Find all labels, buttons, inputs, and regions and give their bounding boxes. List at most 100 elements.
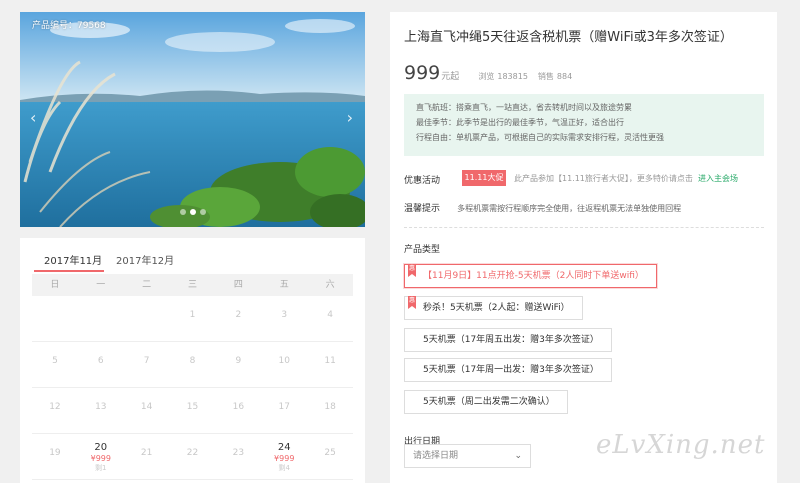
tab-month-2[interactable]: 2017年12月	[116, 252, 174, 267]
day-number: 20	[94, 442, 108, 453]
calendar-day: 17	[261, 388, 307, 433]
calendar-day: 7	[124, 342, 170, 387]
promo-badge: 11.11大促	[462, 170, 506, 186]
day-number: 6	[97, 356, 104, 366]
option-label: 【11月9日】11点开抢-5天机票（2人同时下单送wifi）	[423, 271, 644, 281]
price-unit: 元起	[441, 72, 460, 82]
day-number: 18	[324, 402, 336, 412]
views-label: 浏览	[478, 72, 495, 81]
day-number: 9	[235, 356, 242, 366]
discount-flag-icon: 惠	[408, 264, 416, 277]
calendar-day	[124, 296, 170, 341]
calendar-day: 8	[170, 342, 216, 387]
product-code: 产品编号：79568	[32, 21, 106, 31]
enter-main-venue-link[interactable]: 进入主会场	[698, 173, 738, 184]
price-value: 999	[404, 62, 441, 84]
calendar-day: 10	[261, 342, 307, 387]
sales-label: 销售	[537, 72, 554, 81]
weekday-label: 一	[96, 280, 106, 290]
product-option-3[interactable]: 5天机票（17年周五出发：赠3年多次签证）	[404, 328, 612, 352]
calendar-week-row: 1 2 3 4	[32, 296, 353, 342]
day-number: 10	[278, 356, 290, 366]
weekday-label: 三	[188, 280, 198, 290]
product-detail-panel: 上海直飞冲绳5天往返含税机票（赠WiFi或3年多次签证） 999元起 浏览 183…	[390, 12, 777, 483]
day-number: 25	[324, 448, 336, 458]
carousel-dot[interactable]	[199, 209, 206, 215]
day-number: 2	[235, 310, 242, 320]
chevron-down-icon: ⌄	[514, 451, 522, 461]
weekday-label: 日	[50, 280, 60, 290]
calendar-day: 11	[307, 342, 353, 387]
calendar-week-row: 5 6 7 8 9 10 11	[32, 342, 353, 388]
product-option-2[interactable]: 惠 秒杀！5天机票（2人起：赠送WiFi）	[404, 296, 583, 320]
product-photo-carousel[interactable]: 产品编号：79568 ‹ ›	[20, 12, 365, 227]
active-tab-indicator	[34, 270, 104, 272]
option-label: 5天机票（周二出发需二次确认）	[423, 397, 555, 407]
weekday-header: 日一二三四五六	[32, 274, 353, 296]
carousel-dot[interactable]	[189, 209, 196, 215]
info-line-best-season: 最佳季节：此季节是出行的最佳季节，气温正好，适合出行	[416, 118, 624, 127]
day-number: 17	[278, 402, 290, 412]
weekday-label: 四	[233, 280, 243, 290]
feature-info-box: 直飞航班：搭乘直飞，一站直达，省去转机时间以及旅途劳累 最佳季节：此季节是出行的…	[404, 94, 764, 156]
day-number: 4	[327, 310, 333, 320]
discount-flag-icon: 惠	[408, 296, 416, 309]
site-watermark: eLvXing.net	[596, 430, 766, 460]
promo-label: 优惠活动	[404, 176, 441, 186]
product-option-5[interactable]: 5天机票（周二出发需二次确认）	[404, 390, 568, 414]
calendar-day: 9	[215, 342, 261, 387]
calendar-day: 25	[307, 434, 353, 479]
day-number: 12	[49, 402, 61, 412]
product-option-4[interactable]: 5天机票（17年周一出发：赠3年多次签证）	[404, 358, 612, 382]
calendar-day: 21	[124, 434, 170, 479]
next-slide-icon[interactable]: ›	[347, 110, 353, 126]
view-stats: 浏览 183815 销售 884	[478, 72, 572, 81]
info-line-free-itinerary: 行程自由：单机票产品，可根据自己的实际需求安排行程，灵活性更强	[416, 133, 664, 142]
tab-month-1[interactable]: 2017年11月	[44, 252, 102, 267]
calendar-day: 2	[215, 296, 261, 341]
date-select-placeholder: 请选择日期	[413, 451, 459, 461]
day-number: 7	[143, 356, 150, 366]
calendar-week-row: 12 13 14 15 16 17 18	[32, 388, 353, 434]
divider	[404, 227, 764, 228]
day-number: 3	[281, 310, 288, 320]
calendar-day-available[interactable]: 24 ¥999 剩4	[261, 434, 307, 479]
day-number: 19	[49, 448, 61, 458]
views-count: 183815	[497, 72, 528, 81]
weekday-label: 二	[142, 280, 152, 290]
carousel-dots	[20, 200, 365, 219]
product-option-1[interactable]: 惠 【11月9日】11点开抢-5天机票（2人同时下单送wifi）	[404, 264, 657, 288]
carousel-dot[interactable]	[179, 209, 186, 215]
calendar-day: 19	[32, 434, 78, 479]
day-number: 15	[186, 402, 199, 412]
calendar-day: 4	[307, 296, 353, 341]
price-calendar: 2017年11月 2017年12月 日一二三四五六 1 2 3 4 5 6 7 8 9 10 11 1…	[20, 238, 365, 483]
info-line-direct-flight: 直飞航班：搭乘直飞，一站直达，省去转机时间以及旅途劳累	[416, 103, 632, 112]
calendar-day: 23	[215, 434, 261, 479]
calendar-grid: 1 2 3 4 5 6 7 8 9 10 11 12 13 14 15 16 17 18 19 20 ¥999 剩1 21 2…	[32, 296, 353, 480]
seaside-photo	[20, 12, 365, 227]
day-stock: 剩4	[278, 464, 290, 472]
promo-text: 此产品参加【11.11旅行者大促】，更多特价请点击	[514, 174, 693, 183]
day-number: 16	[232, 402, 245, 412]
day-number: 5	[52, 356, 58, 366]
option-label: 5天机票（17年周五出发：赠3年多次签证）	[423, 335, 599, 345]
calendar-day: 12	[32, 388, 78, 433]
weekday-label: 五	[279, 280, 289, 290]
day-number: 14	[140, 402, 153, 412]
calendar-day: 5	[32, 342, 78, 387]
prev-slide-icon[interactable]: ‹	[30, 110, 36, 126]
day-price: ¥999	[90, 454, 111, 463]
promotion-row: 优惠活动 11.11大促 此产品参加【11.11旅行者大促】，更多特价请点击 进…	[404, 170, 764, 188]
calendar-day: 22	[170, 434, 216, 479]
warm-tip-row: 温馨提示 多程机票需按行程顺序完全使用，往返程机票无法单独使用回程	[404, 196, 681, 215]
product-title: 上海直飞冲绳5天往返含税机票（赠WiFi或3年多次签证）	[404, 30, 733, 45]
day-number: 13	[95, 402, 107, 412]
travel-date-select[interactable]: 请选择日期 ⌄	[404, 444, 531, 468]
price-row: 999元起 浏览 183815 销售 884	[404, 62, 572, 84]
calendar-day	[32, 296, 78, 341]
calendar-day-available[interactable]: 20 ¥999 剩1	[78, 434, 124, 479]
calendar-day: 14	[124, 388, 170, 433]
day-price: ¥999	[274, 454, 295, 463]
calendar-day: 3	[261, 296, 307, 341]
